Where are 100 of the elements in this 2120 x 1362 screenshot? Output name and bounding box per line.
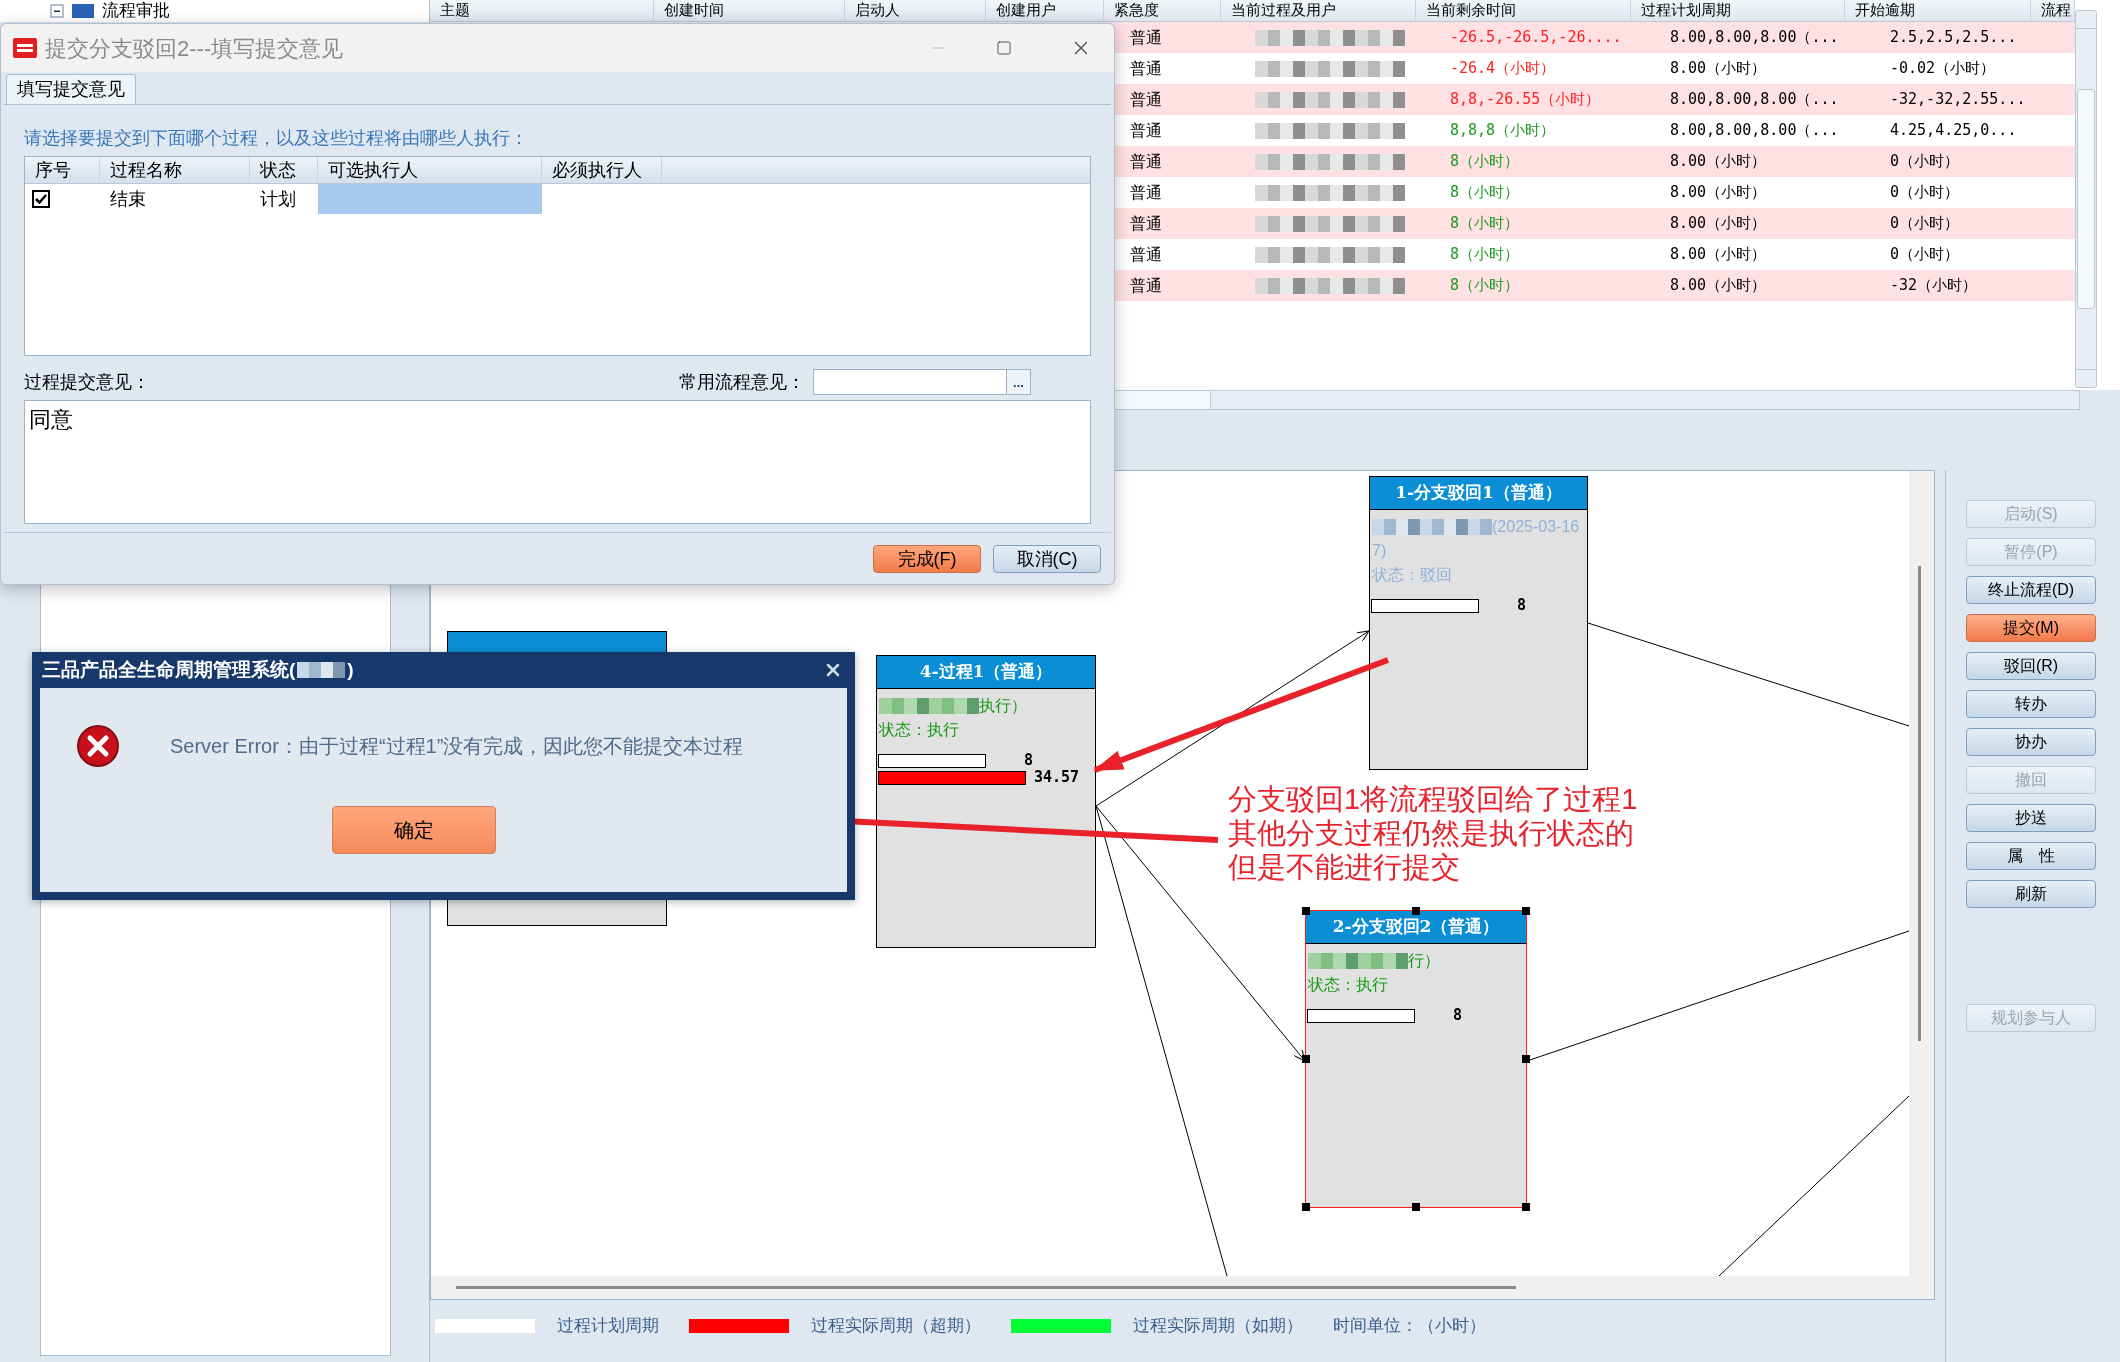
column-header[interactable]: 当前过程及用户 — [1220, 0, 1417, 21]
column-header[interactable]: 过程计划周期 — [1630, 0, 1846, 21]
app-logo-icon — [13, 38, 37, 58]
table-cell-text: 普通 — [1129, 182, 1163, 203]
table-cell-text: 0（小时） — [1889, 151, 1961, 173]
node-text: 状态：执行 — [1308, 975, 1388, 995]
table-cell-text: 8.00（小时） — [1669, 275, 1768, 297]
column-header[interactable]: 当前剩余时间 — [1416, 0, 1631, 21]
legend-label: 过程计划周期 — [557, 1315, 659, 1338]
period-value: 8 — [1024, 750, 1034, 772]
period-value: 8 — [1453, 1005, 1463, 1027]
node-text: (2025-03-16 — [1492, 517, 1580, 537]
resize-handle[interactable] — [1522, 1203, 1530, 1211]
node-title: 1-分支驳回1（普通） — [1370, 477, 1587, 510]
action-button[interactable]: 提交(M) — [1966, 614, 2096, 642]
table-cell-text: 0（小时） — [1889, 213, 1961, 235]
table-cell-text: 8.00（小时） — [1669, 213, 1768, 235]
column-header[interactable]: 可选执行人 — [318, 157, 542, 183]
tree-folder-icon[interactable] — [50, 3, 96, 19]
table-cell-text: -26.4（小时） — [1449, 58, 1557, 80]
legend-label: 过程实际周期（如期） — [1133, 1315, 1303, 1338]
action-button[interactable]: 刷新 — [1966, 880, 2096, 908]
table-cell-text: 普通 — [1129, 213, 1163, 234]
table-cell-text: 8（小时） — [1449, 151, 1521, 173]
table-cell-text: 普通 — [1129, 27, 1163, 48]
vertical-scrollbar[interactable] — [1918, 566, 1921, 1041]
node-text: 状态：执行 — [879, 720, 959, 740]
window-title: 提交分支驳回2---填写提交意见 — [45, 34, 345, 63]
process-node[interactable]: 4-过程1（普通） 执行） 状态：执行 8 34.57 — [876, 655, 1096, 948]
column-header[interactable]: 主题 — [430, 0, 655, 21]
action-button[interactable]: 转办 — [1966, 690, 2096, 718]
table-cell-text: 8（小时） — [1449, 213, 1521, 235]
table-cell-text: 普通 — [1129, 58, 1163, 79]
table-cell-text: 普通 — [1129, 151, 1163, 172]
table-cell-text: 4.25,4.25,0... — [1889, 120, 2018, 142]
action-button[interactable]: 属 性 — [1966, 842, 2096, 870]
table-cell-text: 8.00（小时） — [1669, 244, 1768, 266]
legend-label: 过程实际周期（超期） — [811, 1315, 981, 1338]
table-cell-text: 0（小时） — [1889, 182, 1961, 204]
checkbox[interactable] — [32, 190, 50, 208]
column-header[interactable]: 序号 — [25, 157, 100, 183]
table-cell-text: 2.5,2.5,2.5... — [1889, 27, 2018, 49]
resize-handle[interactable] — [1522, 907, 1530, 915]
resize-handle[interactable] — [1302, 1055, 1310, 1063]
dialog-tab[interactable]: 填写提交意见 — [6, 74, 136, 104]
action-button[interactable]: 抄送 — [1966, 804, 2096, 832]
table-cell-text: -32,-32,2.55... — [1889, 89, 2027, 111]
table-cell-text: 8（小时） — [1449, 182, 1521, 204]
dialog-button[interactable]: 完成(F) — [873, 544, 981, 573]
common-opinion-label: 常用流程意见： — [679, 370, 805, 394]
opinion-field[interactable]: 同意 — [24, 400, 1091, 524]
resize-handle[interactable] — [1522, 1055, 1530, 1063]
resize-handle[interactable] — [1412, 1203, 1420, 1211]
column-header[interactable]: 紧急度 — [1103, 0, 1221, 21]
period-value: 8 — [1517, 595, 1527, 617]
column-header[interactable]: 必须执行人 — [542, 157, 662, 183]
table-cell-text: 计划 — [259, 187, 297, 211]
process-node[interactable]: 2-分支驳回2（普通） 行） 状态：执行 8 — [1305, 910, 1527, 1208]
node-title: 4-过程1（普通） — [877, 656, 1095, 689]
table-cell-text: -32（小时） — [1889, 275, 1979, 297]
column-header[interactable]: 开始逾期 — [1845, 0, 2031, 21]
ok-button[interactable]: 确定 — [331, 806, 496, 854]
resize-handle[interactable] — [1302, 1203, 1310, 1211]
browse-button[interactable]: ... — [1006, 370, 1030, 394]
maximize-icon[interactable] — [996, 40, 1012, 56]
table-cell-text: 8.00,8.00,8.00（... — [1669, 120, 1840, 142]
table-cell-text: 8,8,8（小时） — [1449, 120, 1557, 142]
resize-handle[interactable] — [1302, 907, 1310, 915]
process-node[interactable]: 1-分支驳回1（普通） (2025-03-16 7) 状态：驳回 8 — [1369, 476, 1588, 770]
table-cell-text: -0.02（小时） — [1889, 58, 1997, 80]
table-cell-text: 普通 — [1129, 275, 1163, 296]
action-button[interactable]: 协办 — [1966, 728, 2096, 756]
table-cell-text: 8（小时） — [1449, 275, 1521, 297]
column-header[interactable]: 启动人 — [844, 0, 987, 21]
horizontal-scrollbar[interactable] — [456, 1286, 1516, 1289]
time-unit-label: 时间单位：（小时） — [1333, 1315, 1486, 1338]
redacted-text — [297, 662, 346, 678]
node-text: 执行） — [979, 696, 1027, 716]
action-button[interactable]: 驳回(R) — [1966, 652, 2096, 680]
column-header[interactable]: 过程名称 — [100, 157, 250, 183]
table-cell-text: 普通 — [1129, 89, 1163, 110]
executor-cell[interactable] — [318, 184, 542, 214]
annotation-text: 分支驳回1将流程驳回给了过程1 其他分支过程仍然是执行状态的 但是不能进行提交 — [1228, 782, 1638, 884]
table-cell-text: 0（小时） — [1889, 244, 1961, 266]
dialog-button[interactable]: 取消(C) — [993, 544, 1101, 573]
resize-handle[interactable] — [1412, 907, 1420, 915]
column-header[interactable]: 状态 — [250, 157, 318, 183]
common-opinion-field[interactable]: ... — [813, 369, 1031, 395]
table-cell-text: 8.00（小时） — [1669, 182, 1768, 204]
node-text: 行） — [1408, 951, 1440, 971]
table-cell-text: 8.00（小时） — [1669, 58, 1768, 80]
error-icon — [76, 724, 120, 768]
table-cell-text: 8.00,8.00,8.00（... — [1669, 27, 1840, 49]
vertical-scrollbar[interactable] — [2075, 10, 2097, 388]
column-header[interactable]: 创建用户 — [986, 0, 1104, 21]
node-text: 7) — [1372, 541, 1387, 561]
column-header[interactable]: 创建时间 — [654, 0, 845, 21]
action-button[interactable]: 终止流程(D) — [1966, 576, 2096, 604]
tree-item[interactable]: 流程审批 — [102, 0, 170, 24]
instruction-text: 请选择要提交到下面哪个过程，以及这些过程将由哪些人执行： — [24, 127, 529, 150]
